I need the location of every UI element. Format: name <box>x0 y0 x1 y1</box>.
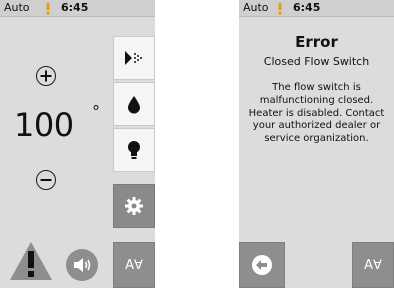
spray-jet-icon <box>125 51 142 65</box>
plus-icon <box>40 70 52 82</box>
error-message: The flow switch is malfunctioning closed… <box>239 82 394 146</box>
speaker-icon <box>74 258 91 272</box>
clock-time: 6:45 <box>61 1 89 14</box>
error-subtitle: Closed Flow Switch <box>263 55 370 68</box>
increase-temp-button[interactable] <box>36 66 56 86</box>
error-message-line: service organization. <box>264 133 369 145</box>
sound-button[interactable] <box>66 249 98 281</box>
text-size-label: A∀ <box>364 257 382 273</box>
status-bar: Auto 6:45 <box>0 0 155 17</box>
light-bulb-icon <box>128 141 140 159</box>
light-button[interactable] <box>113 128 155 172</box>
water-button[interactable] <box>113 82 155 126</box>
error-title: Error <box>295 33 338 51</box>
mode-label: Auto <box>4 1 30 14</box>
temperature-value: 100 <box>14 106 74 144</box>
error-message-line: malfunctioning closed. <box>259 94 374 106</box>
warning-triangle-icon[interactable] <box>8 240 54 282</box>
error-message-line: The flow switch is <box>272 82 361 93</box>
settings-button[interactable] <box>113 184 155 228</box>
gear-icon <box>125 197 143 215</box>
jets-button[interactable] <box>113 36 155 80</box>
error-screen: Auto 6:45 Error Closed Flow Switch The f… <box>239 0 394 288</box>
text-size-button[interactable]: A∀ <box>113 242 155 288</box>
back-button[interactable] <box>239 242 285 288</box>
text-size-button[interactable]: A∀ <box>352 242 394 288</box>
water-drop-icon <box>128 96 140 114</box>
error-message-line: your authorized dealer or <box>252 120 381 132</box>
exclamation-icon <box>275 0 285 16</box>
text-size-label: A∀ <box>125 257 143 273</box>
back-arrow-icon <box>252 255 272 275</box>
main-screen: Auto 6:45 100 ° A∀ <box>0 0 155 288</box>
mode-label: Auto <box>243 1 269 14</box>
clock-time: 6:45 <box>293 1 321 14</box>
status-bar: Auto 6:45 <box>239 0 394 17</box>
minus-icon <box>40 179 52 181</box>
decrease-temp-button[interactable] <box>36 170 56 190</box>
exclamation-icon <box>43 0 53 16</box>
temperature-unit: ° <box>92 102 100 121</box>
error-message-line: Heater is disabled. Contact <box>248 107 385 119</box>
